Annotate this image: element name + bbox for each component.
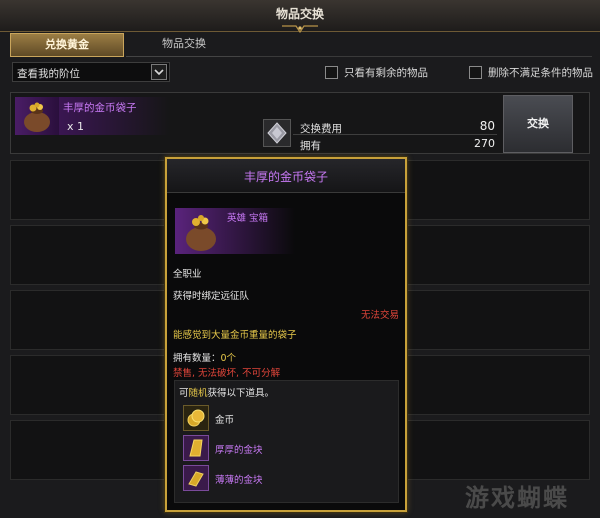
tooltip-item-type: 英雄 宝箱 bbox=[227, 213, 269, 224]
tab-gold-exchange[interactable]: 兑换黄金 bbox=[10, 33, 124, 57]
rewards-suffix: 获得以下道具。 bbox=[207, 388, 275, 399]
tooltip-owned-count: 拥有数量：0个 bbox=[173, 350, 236, 364]
currency-crystal-icon bbox=[263, 119, 291, 147]
tooltip-trade: 无法交易 bbox=[360, 310, 399, 321]
tooltip-description: 能感觉到大量金币重量的袋子 bbox=[173, 330, 297, 341]
tooltip-bind: 获得时绑定远征队 bbox=[173, 291, 250, 302]
title-ornament-icon bbox=[282, 25, 318, 34]
reward-label: 薄薄的金块 bbox=[215, 475, 263, 486]
cost-value: 80 bbox=[479, 119, 495, 133]
item-name: 丰厚的金币袋子 bbox=[63, 102, 137, 114]
tier-filter-select[interactable]: 查看我的阶位 bbox=[12, 62, 170, 82]
tier-filter-value: 查看我的阶位 bbox=[17, 68, 80, 80]
gold-coin-icon bbox=[183, 405, 209, 431]
tooltip-rewards-box: 可随机获得以下道具。 金币 厚厚的金块 薄薄的金块 bbox=[174, 380, 399, 503]
remaining-only-filter[interactable]: 只看有剩余的物品 bbox=[325, 65, 428, 80]
remaining-only-checkbox[interactable] bbox=[325, 66, 338, 79]
tab-divider bbox=[240, 56, 592, 57]
owned-count-value: 0个 bbox=[220, 353, 237, 364]
hide-unmet-label: 删除不满足条件的物品 bbox=[488, 67, 593, 79]
item-quantity: x 1 bbox=[67, 120, 85, 133]
owned-label: 拥有 bbox=[300, 140, 321, 152]
owned-count-label: 拥有数量： bbox=[173, 353, 221, 364]
window-titlebar: 物品交换 bbox=[0, 0, 600, 34]
gold-bar-icon bbox=[183, 465, 209, 491]
tooltip-title: 丰厚的金币袋子 bbox=[167, 159, 405, 193]
remaining-only-label: 只看有剩余的物品 bbox=[344, 67, 428, 79]
cost-divider bbox=[293, 134, 497, 135]
rewards-prefix: 可 bbox=[179, 388, 189, 399]
tab-item-exchange[interactable]: 物品交换 bbox=[126, 33, 242, 57]
chevron-down-icon[interactable] bbox=[151, 64, 167, 80]
owned-value: 270 bbox=[474, 137, 495, 150]
gold-bar-icon bbox=[183, 435, 209, 461]
list-item[interactable]: 丰厚的金币袋子 x 1 交换费用 80 拥有 270 交换 bbox=[10, 92, 590, 154]
watermark-logo: 游戏蝴蝶 bbox=[465, 484, 569, 512]
exchange-button[interactable]: 交换 bbox=[503, 95, 573, 153]
gold-pouch-icon bbox=[15, 97, 59, 135]
rewards-title: 可随机获得以下道具。 bbox=[179, 385, 274, 399]
reward-label: 金币 bbox=[215, 415, 235, 426]
rewards-highlight: 随机 bbox=[188, 388, 208, 399]
hide-unmet-checkbox[interactable] bbox=[469, 66, 482, 79]
reward-label: 厚厚的金块 bbox=[215, 445, 263, 456]
tooltip-restrictions: 禁售, 无法破坏, 不可分解 bbox=[173, 368, 281, 379]
item-tooltip: 丰厚的金币袋子 英雄 宝箱 全职业 获得时绑定远征队 无法交易 能感觉到大量金币… bbox=[165, 157, 407, 512]
hide-unmet-filter[interactable]: 删除不满足条件的物品 bbox=[469, 65, 593, 80]
tooltip-class: 全职业 bbox=[173, 269, 202, 280]
tab-bar: 兑换黄金 物品交换 bbox=[10, 33, 244, 57]
gold-pouch-icon bbox=[179, 208, 223, 254]
